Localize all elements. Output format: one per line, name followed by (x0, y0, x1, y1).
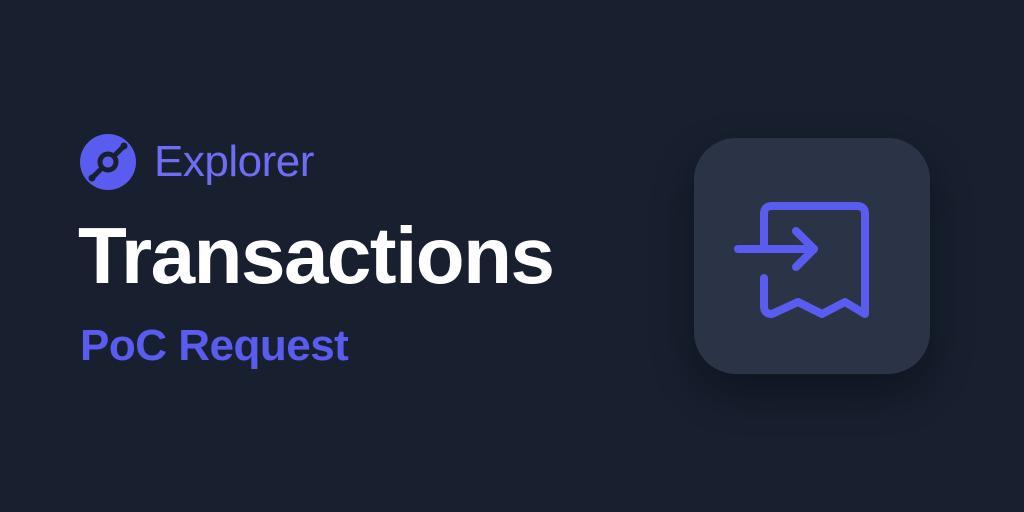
receipt-arrow-in-icon (734, 202, 869, 318)
helium-logo-icon (80, 134, 136, 190)
brand-name: Explorer (154, 137, 314, 186)
transaction-type-tile (694, 138, 930, 374)
page-title: Transactions (78, 211, 555, 300)
page-subtitle: PoC Request (80, 321, 349, 370)
brand: Explorer (80, 134, 314, 190)
